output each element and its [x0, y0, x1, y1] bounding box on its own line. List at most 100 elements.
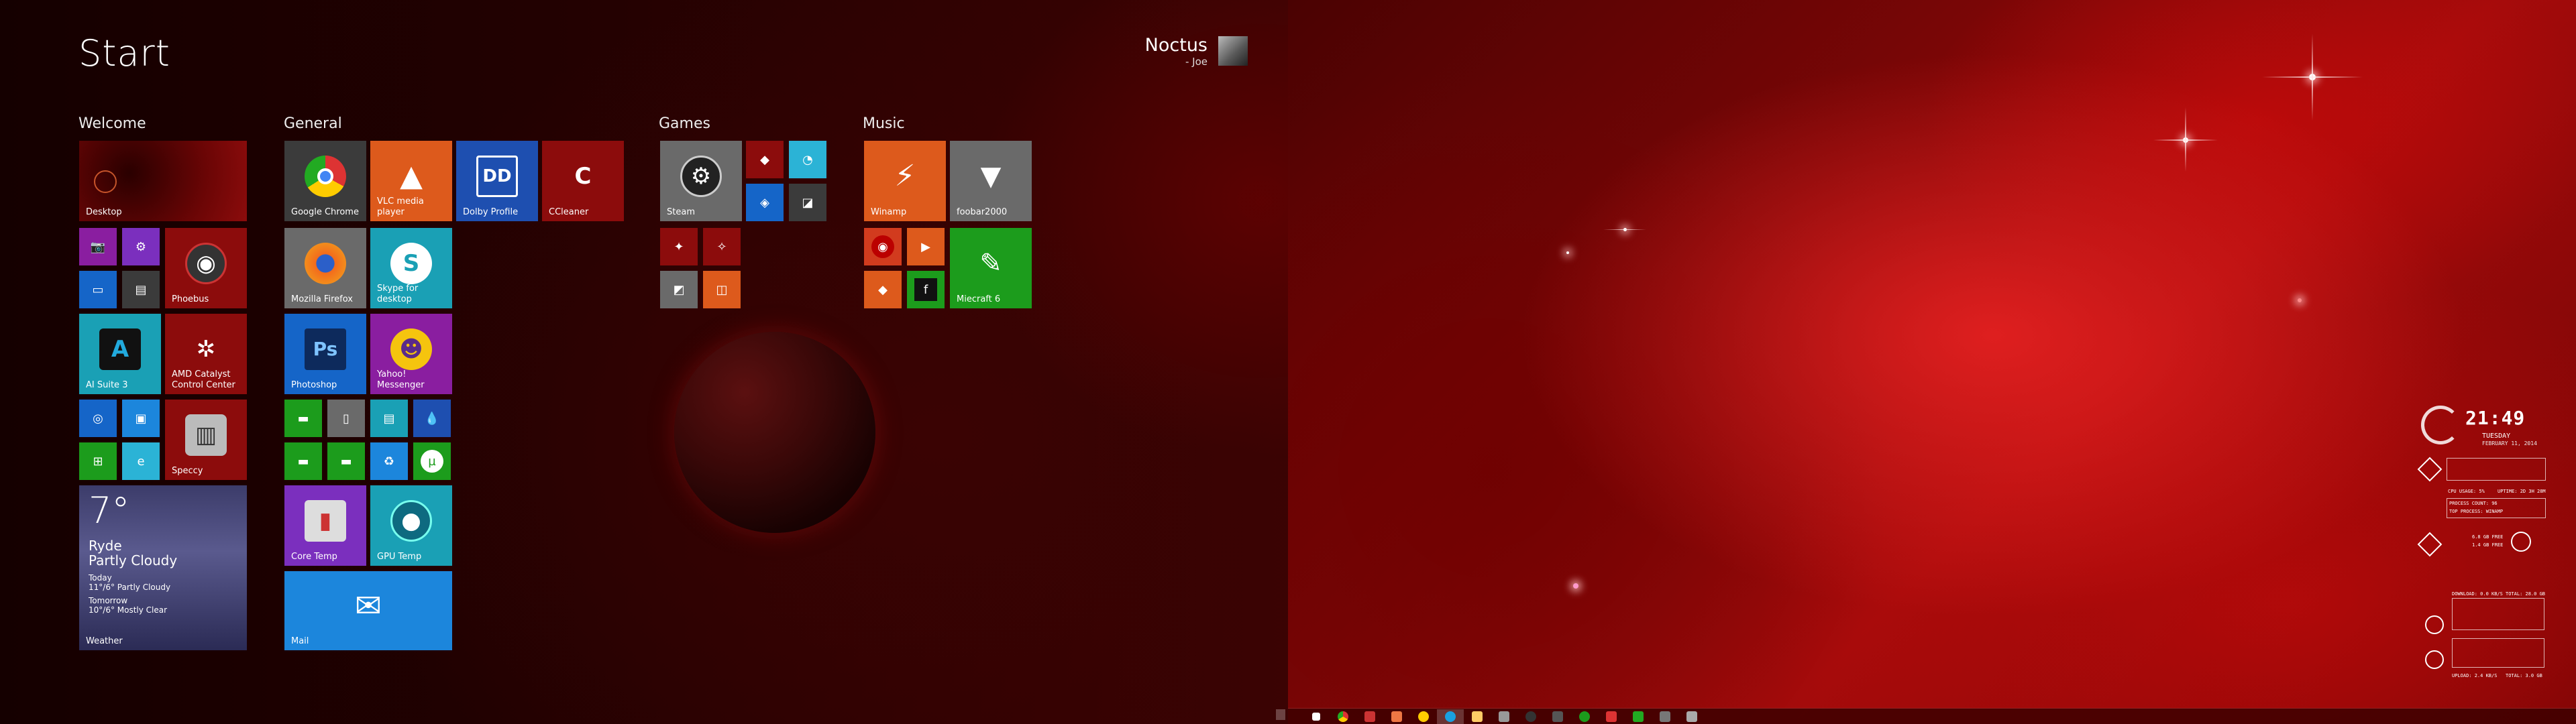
taskbar-chrome[interactable]: [1330, 709, 1356, 724]
tile-skype[interactable]: S Skype for desktop: [370, 228, 452, 308]
tile-label: Dolby Profile: [463, 207, 519, 217]
tile-label-line2: Messenger: [377, 380, 425, 390]
tile-yahoo-messenger[interactable]: ☻ Yahoo! Messenger: [370, 314, 452, 394]
store-icon: ⊞: [93, 454, 103, 469]
tile-ccleaner[interactable]: C CCleaner: [542, 141, 624, 221]
tile-music-app-3[interactable]: ◆: [864, 271, 902, 308]
skype-icon: [1445, 711, 1456, 722]
download-total: TOTAL: 28.0 GB: [2506, 591, 2546, 597]
tile-settings[interactable]: ⚙: [122, 228, 160, 265]
tile-ai-suite[interactable]: A AI Suite 3: [79, 314, 161, 394]
tile-label: Miecraft 6: [957, 294, 1001, 304]
tile-game-7[interactable]: ◩: [660, 271, 698, 308]
screen-toggle[interactable]: [1276, 709, 1285, 720]
tile-photoshop[interactable]: Ps Photoshop: [284, 314, 366, 394]
speccy-icon: ▥: [185, 414, 227, 456]
tile-music-app-1[interactable]: ◉: [864, 228, 902, 265]
tile-green-app-3[interactable]: ▬: [327, 442, 365, 480]
taskbar-explorer[interactable]: [1464, 709, 1491, 724]
tile-utorrent[interactable]: µ: [413, 442, 451, 480]
download-icon: [2425, 615, 2444, 634]
tile-game-5[interactable]: ✦: [660, 228, 698, 265]
tile-vlc[interactable]: ▲ VLC media player: [370, 141, 452, 221]
tile-amd-catalyst[interactable]: ✲ AMD Catalyst Control Center: [165, 314, 247, 394]
tile-control-panel[interactable]: ▤: [122, 271, 160, 308]
start-button[interactable]: [1303, 709, 1330, 724]
ai-suite-icon: A: [99, 328, 141, 370]
clock-day: TUESDAY: [2482, 432, 2511, 440]
amd-icon: ✲: [196, 335, 216, 363]
tile-speccy[interactable]: ▥ Speccy: [165, 400, 247, 480]
tile-foobar2000[interactable]: ▼ foobar2000: [950, 141, 1032, 221]
tile-mail[interactable]: ✉ Mail: [284, 571, 452, 650]
tile-green-app-2[interactable]: ▬: [284, 442, 322, 480]
tile-weather[interactable]: 7° Ryde Partly Cloudy Today 11°/6° Partl…: [79, 485, 247, 650]
star-flare: [2185, 107, 2186, 172]
tile-game-8[interactable]: ◫: [703, 271, 741, 308]
avatar[interactable]: [1218, 36, 1248, 66]
tile-label: Speccy: [172, 466, 203, 476]
taskbar-steam[interactable]: [1517, 709, 1544, 724]
star-decoration: [2298, 298, 2302, 302]
taskbar-app-7[interactable]: [1491, 709, 1517, 724]
tile-music-app-4[interactable]: f: [907, 271, 945, 308]
tile-recycle-bin[interactable]: ♻: [370, 442, 408, 480]
drive-diamond-icon: [2417, 532, 2443, 557]
tile-core-temp[interactable]: ▮ Core Temp: [284, 485, 366, 566]
tile-winamp[interactable]: ⚡ Winamp: [864, 141, 946, 221]
tile-store[interactable]: ⊞: [79, 442, 117, 480]
tile-network[interactable]: ◎: [79, 400, 117, 437]
tile-label: Photoshop: [291, 380, 337, 390]
tile-dolby[interactable]: DD Dolby Profile: [456, 141, 538, 221]
tile-ie[interactable]: e: [122, 442, 160, 480]
cpu-usage: CPU USAGE: 5%: [2448, 489, 2485, 494]
tile-files[interactable]: ▤: [370, 400, 408, 437]
system-diamond-icon: [2417, 457, 2443, 482]
taskbar-app-2[interactable]: [1356, 709, 1383, 724]
taskbar-utorrent[interactable]: [1571, 709, 1598, 724]
tile-gpu-temp[interactable]: ● GPU Temp: [370, 485, 452, 566]
taskbar-app-14[interactable]: [1678, 709, 1705, 724]
tile-notepad[interactable]: ▯: [327, 400, 365, 437]
download-graph: [2452, 598, 2544, 630]
tile-computer[interactable]: ▣: [122, 400, 160, 437]
tile-game-2[interactable]: ◔: [789, 141, 826, 178]
app-icon: [1552, 711, 1563, 722]
firefox-icon: [305, 242, 346, 284]
upload-graph: [2452, 638, 2544, 668]
tile-chrome[interactable]: Google Chrome: [284, 141, 366, 221]
clock-ring-icon: [2421, 406, 2460, 444]
utorrent-icon: µ: [421, 450, 443, 473]
group-title-general: General: [284, 115, 342, 132]
user-account[interactable]: Noctus - Joe: [1145, 35, 1248, 68]
tile-steam[interactable]: ⚙ Steam: [660, 141, 742, 221]
taskbar-app-11[interactable]: [1598, 709, 1625, 724]
tile-phoebus[interactable]: ◉ Phoebus: [165, 228, 247, 308]
tile-game-4[interactable]: ◪: [789, 184, 826, 221]
tile-camera[interactable]: 📷: [79, 228, 117, 265]
tile-firefox[interactable]: Mozilla Firefox: [284, 228, 366, 308]
tile-explorer[interactable]: ▭: [79, 271, 117, 308]
tile-miecraft[interactable]: ✎ Miecraft 6: [950, 228, 1032, 308]
tile-music-app-2[interactable]: ▶: [907, 228, 945, 265]
start-screen: Start Noctus - Joe Welcome General Games…: [0, 0, 1288, 724]
tile-game-1[interactable]: ◆: [746, 141, 784, 178]
taskbar-app-4[interactable]: [1410, 709, 1437, 724]
top-process: TOP PROCESS: WINAMP: [2449, 509, 2504, 514]
taskbar-app-9[interactable]: [1544, 709, 1571, 724]
group-title-music: Music: [863, 115, 905, 132]
tile-game-3[interactable]: ◈: [746, 184, 784, 221]
fox-icon: ▼: [980, 160, 1002, 192]
tile-green-app-1[interactable]: ▬: [284, 400, 322, 437]
rainmeter-widget: 21:49 TUESDAY FEBRUARY 11, 2014 CPU USAG…: [2417, 406, 2546, 573]
taskbar-skype[interactable]: [1437, 709, 1464, 724]
tile-desktop[interactable]: Desktop: [79, 141, 247, 221]
app-icon: [1660, 711, 1670, 722]
tile-game-6[interactable]: ✧: [703, 228, 741, 265]
taskbar-app-3[interactable]: [1383, 709, 1410, 724]
tile-drop[interactable]: 💧: [413, 400, 451, 437]
game-icon: ◔: [802, 152, 813, 167]
taskbar-app-13[interactable]: [1652, 709, 1678, 724]
taskbar-app-12[interactable]: [1625, 709, 1652, 724]
group-title-games: Games: [659, 115, 710, 132]
